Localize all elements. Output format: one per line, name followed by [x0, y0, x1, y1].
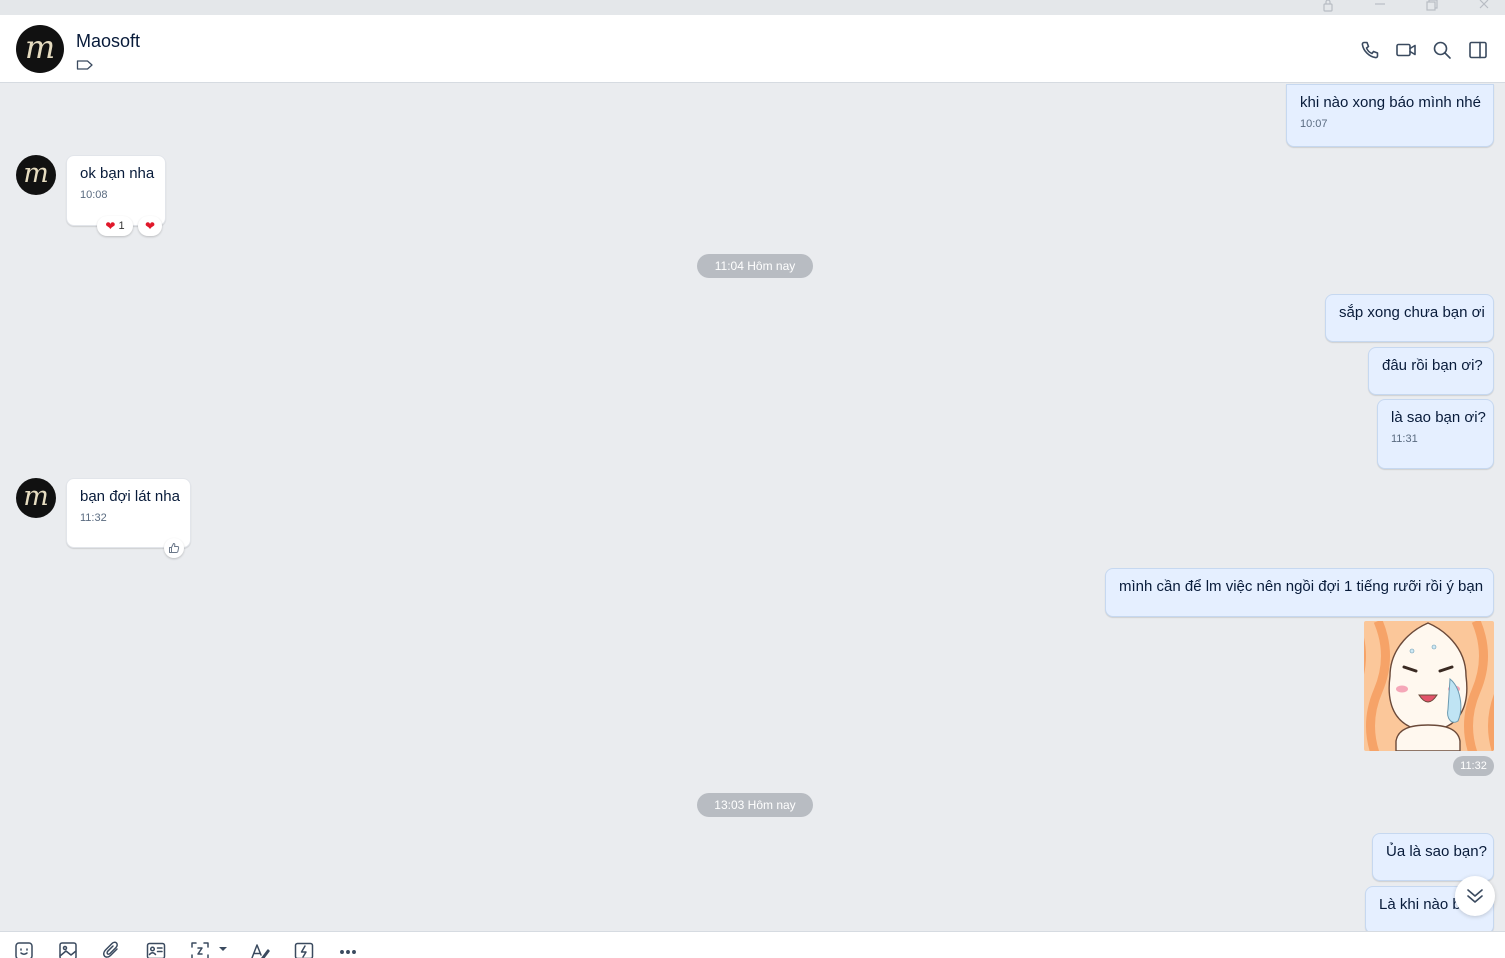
message-text: đâu rồi bạn ơi?	[1382, 357, 1483, 374]
message-time: 10:07	[1300, 118, 1328, 130]
side-panel-icon[interactable]	[1467, 39, 1489, 61]
label-tag-icon[interactable]	[76, 58, 94, 76]
double-chevron-down-icon	[1467, 889, 1483, 903]
more-icon[interactable]	[337, 941, 359, 958]
reaction-summary[interactable]: ❤ 1	[97, 216, 133, 236]
contact-card-icon[interactable]	[145, 941, 167, 958]
avatar-letter: m	[23, 158, 49, 189]
message-outgoing[interactable]: mình cần để lm việc nên ngồi đợi 1 tiếng…	[1105, 568, 1494, 617]
message-outgoing[interactable]: đâu rồi bạn ơi?	[1368, 347, 1494, 395]
contact-avatar[interactable]: m	[16, 25, 64, 73]
react-like-button[interactable]	[164, 538, 184, 558]
window-title-bar	[0, 0, 1505, 15]
heart-icon: ❤	[105, 219, 116, 233]
screenshot-icon[interactable]	[189, 941, 211, 958]
attach-icon[interactable]	[101, 941, 123, 958]
sticker-icon[interactable]	[13, 941, 35, 958]
sticker-time: 11:32	[1453, 756, 1494, 776]
message-outgoing[interactable]: khi nào xong báo mình nhé 10:07	[1286, 84, 1494, 147]
message-time: 11:31	[1391, 433, 1418, 445]
image-icon[interactable]	[57, 941, 79, 958]
heart-icon: ❤	[144, 219, 156, 233]
message-outgoing[interactable]: Ủa là sao bạn?	[1372, 833, 1494, 881]
sender-avatar[interactable]: m	[16, 155, 56, 195]
scroll-to-bottom-button[interactable]	[1455, 876, 1495, 916]
reaction-count: 1	[118, 220, 125, 232]
phone-icon[interactable]	[1359, 39, 1381, 61]
caret-down-icon	[219, 947, 227, 951]
composer-toolbar	[0, 931, 1505, 958]
message-text: sắp xong chưa bạn ơi	[1339, 304, 1485, 321]
message-text: bạn đợi lát nha	[80, 488, 180, 505]
sender-avatar[interactable]: m	[16, 478, 56, 518]
contact-name[interactable]: Maosoft	[76, 31, 140, 52]
lock-icon[interactable]	[1315, 0, 1341, 15]
avatar-letter: m	[24, 28, 56, 66]
message-text: là sao bạn ơi?	[1391, 409, 1486, 426]
time-divider: 11:04 Hôm nay	[697, 254, 813, 278]
message-text: ok bạn nha	[80, 165, 155, 182]
message-time: 11:32	[80, 512, 107, 524]
thumbs-up-icon	[169, 543, 180, 553]
quick-message-icon[interactable]	[293, 941, 315, 958]
search-icon[interactable]	[1431, 39, 1453, 61]
message-outgoing[interactable]: sắp xong chưa bạn ơi	[1325, 294, 1494, 342]
screenshot-options-dropdown[interactable]	[213, 941, 233, 958]
chat-header: m Maosoft	[0, 15, 1505, 83]
react-heart-button[interactable]: ❤	[138, 216, 162, 236]
sticker-image[interactable]	[1364, 621, 1494, 751]
message-list[interactable]: khi nào xong báo mình nhé 10:07 m ok bạn…	[0, 84, 1505, 931]
close-icon[interactable]	[1471, 0, 1497, 15]
message-text: khi nào xong báo mình nhé	[1300, 94, 1481, 111]
message-outgoing[interactable]: là sao bạn ơi? 11:31	[1377, 399, 1494, 469]
format-text-icon[interactable]	[249, 941, 271, 958]
restore-icon[interactable]	[1419, 0, 1445, 15]
time-divider: 13:03 Hôm nay	[697, 793, 813, 817]
avatar-letter: m	[23, 481, 49, 512]
video-call-icon[interactable]	[1395, 39, 1417, 61]
message-text: mình cần để lm việc nên ngồi đợi 1 tiếng…	[1119, 578, 1484, 595]
message-text: Ủa là sao bạn?	[1386, 843, 1487, 860]
message-time: 10:08	[80, 189, 108, 201]
minimize-icon[interactable]	[1367, 0, 1393, 15]
